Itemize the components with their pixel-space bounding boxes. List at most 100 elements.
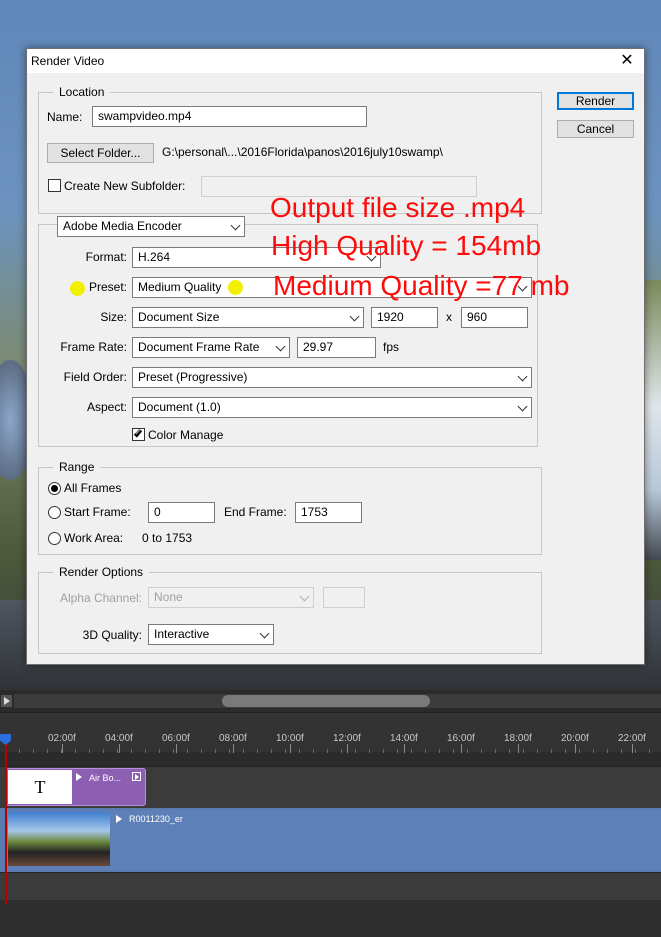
frame-rate-select[interactable]: Document Frame Rate [132,337,290,358]
timeline-scrollbar[interactable] [14,694,661,708]
ruler-minor-tick [383,749,384,753]
checkmark-icon [133,428,143,438]
all-frames-radio[interactable] [48,482,61,495]
title-clip[interactable]: T Air Bo... [6,768,146,806]
ruler-minor-tick [439,749,440,753]
playhead-line[interactable] [5,734,7,904]
ruler-tick [347,744,348,753]
ruler-minor-tick [159,749,160,753]
ruler-minor-tick [19,749,20,753]
size-x-label: x [446,310,452,324]
ruler-minor-tick [355,749,356,753]
ruler-minor-tick [61,749,62,753]
ruler-minor-tick [145,749,146,753]
color-manage-label: Color Manage [148,428,224,442]
alpha-channel-select-value: None [154,590,183,604]
work-area-radio[interactable] [48,532,61,545]
video-clip-name: R0011230_er [129,814,183,824]
field-order-select[interactable]: Preset (Progressive) [132,367,532,388]
height-input[interactable]: 960 [461,307,528,328]
aspect-select[interactable]: Document (1.0) [132,397,532,418]
preset-select-value: Medium Quality [138,280,222,294]
video-clip[interactable]: R0011230_er [6,810,661,870]
ruler-tick [233,744,234,753]
ruler-minor-tick [411,749,412,753]
start-frame-radio[interactable] [48,506,61,519]
ruler-tick [290,744,291,753]
play-icon[interactable] [1,695,12,707]
start-frame-input[interactable]: 0 [148,502,215,523]
annotation-line-2: High Quality = 154mb [271,230,542,261]
render-button[interactable]: Render [557,92,634,110]
timeline-ruler[interactable]: 02:00f 04:00f 06:00f 08:00f 10:00f 12:00f 14:0… [0,712,661,753]
format-select-value: H.264 [138,250,171,264]
cancel-button[interactable]: Cancel [557,120,634,138]
end-frame-input[interactable]: 1753 [295,502,362,523]
color-manage-checkbox[interactable] [132,428,145,441]
alpha-channel-label: Alpha Channel: [59,591,142,605]
alpha-channel-swatch [323,587,365,608]
ruler-minor-tick [397,749,398,753]
ruler-minor-tick [327,749,328,753]
chevron-down-icon [517,401,528,412]
expand-arrow-icon[interactable] [76,773,82,781]
expand-arrow-icon[interactable] [116,815,122,823]
ruler-minor-tick [117,749,118,753]
ruler-tick [518,744,519,753]
size-select[interactable]: Document Size [132,307,364,328]
alpha-channel-select[interactable]: None [148,587,314,608]
format-label: Format: [85,250,127,264]
ruler-minor-tick [47,749,48,753]
chevron-down-icon [230,220,241,231]
name-input[interactable]: swampvideo.mp4 [92,106,367,127]
ruler-minor-tick [607,749,608,753]
ruler-minor-tick [89,749,90,753]
ruler-minor-tick [131,749,132,753]
ruler-tick-label: 18:00f [504,733,532,744]
size-label: Size: [100,310,127,324]
annotation-line-1: Output file size .mp4 [270,192,526,223]
size-select-value: Document Size [138,310,220,324]
3d-quality-select[interactable]: Interactive [148,624,274,645]
field-order-label: Field Order: [63,370,127,384]
title-clip-thumbnail: T [8,770,72,804]
render-video-dialog: Render Video ✕ Location Name: swampvideo… [26,48,645,665]
ruler-tick [62,744,63,753]
ruler-minor-tick [285,749,286,753]
dialog-title-bar[interactable]: Render Video ✕ [27,49,644,73]
ruler-minor-tick [299,749,300,753]
render-options-legend: Render Options [53,565,150,579]
ruler-tick-label: 14:00f [390,733,418,744]
ruler-minor-tick [593,749,594,753]
width-input[interactable]: 1920 [371,307,438,328]
chevron-down-icon [275,341,286,352]
annotation-line-3: Medium Quality =77 mb [273,270,570,301]
ruler-minor-tick [173,749,174,753]
ruler-minor-tick [467,749,468,753]
encoder-select-value: Adobe Media Encoder [63,219,182,233]
frame-rate-label: Frame Rate: [60,340,127,354]
ruler-minor-tick [453,749,454,753]
frame-rate-select-value: Document Frame Rate [138,340,260,354]
ruler-minor-tick [33,749,34,753]
encoder-select[interactable]: Adobe Media Encoder [57,216,245,237]
ruler-tick [176,744,177,753]
start-frame-label: Start Frame: [64,505,131,519]
ruler-minor-tick [621,749,622,753]
3d-quality-select-value: Interactive [154,627,210,641]
ruler-minor-tick [509,749,510,753]
timeline-scroll-thumb[interactable] [222,695,430,707]
ruler-minor-tick [369,749,370,753]
aspect-label: Aspect: [86,400,127,414]
select-folder-button[interactable]: Select Folder... [47,143,154,163]
ruler-minor-tick [481,749,482,753]
transition-icon[interactable] [132,772,141,781]
ruler-minor-tick [635,749,636,753]
ruler-tick-label: 10:00f [276,733,304,744]
create-subfolder-checkbox[interactable] [48,179,61,192]
work-area-value: 0 to 1753 [142,531,193,545]
close-icon[interactable]: ✕ [616,51,638,71]
ruler-minor-tick [341,749,342,753]
fps-input[interactable]: 29.97 [297,337,376,358]
folder-path: G:\personal\...\2016Florida\panos\2016ju… [162,145,443,159]
